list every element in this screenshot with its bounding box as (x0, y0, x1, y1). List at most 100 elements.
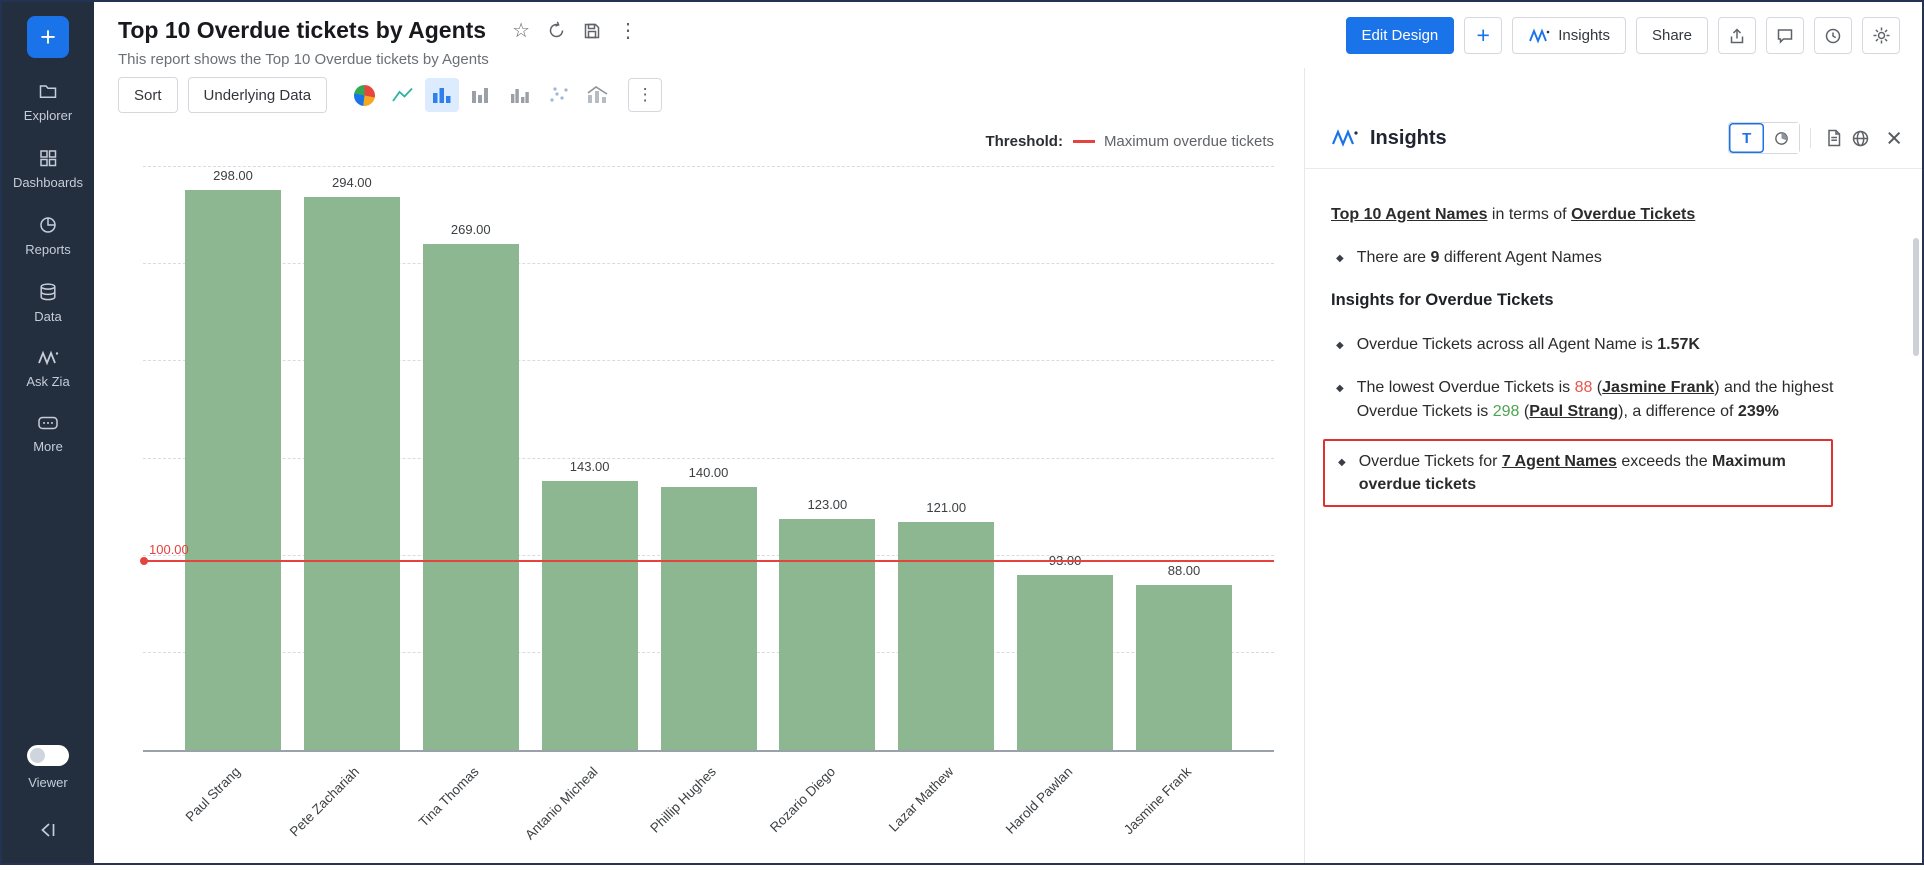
create-new-button[interactable]: + (27, 16, 69, 58)
bullet-text: There are (1357, 249, 1431, 266)
sidebar-item-dashboards[interactable]: Dashboards (2, 135, 94, 202)
settings-button[interactable] (1862, 17, 1900, 54)
x-axis-label-slot: Lazar Mathew (898, 750, 994, 870)
sidebar-item-label: Explorer (24, 108, 72, 123)
scheduled-alerts-button[interactable] (1814, 17, 1852, 54)
export-icon (1728, 27, 1746, 45)
grid-icon (38, 148, 58, 168)
divider (1810, 128, 1811, 148)
gear-icon (1872, 26, 1891, 45)
bar-pete-zachariah[interactable] (304, 197, 400, 750)
bar-chart-type-icon[interactable] (425, 78, 459, 112)
paul-strang-link[interactable]: Paul Strang (1529, 403, 1618, 420)
agent-names-link[interactable]: Top 10 Agent Names (1331, 206, 1487, 223)
add-report-button[interactable]: + (1464, 17, 1502, 54)
sidebar-item-more[interactable]: More (2, 401, 94, 466)
bar-harold-pawlan[interactable] (1017, 575, 1113, 750)
insight-bullet: ◆ There are 9 different Agent Names (1331, 246, 1894, 269)
intro-text: in terms of (1487, 206, 1571, 223)
bullet-text: different Agent Names (1439, 249, 1601, 266)
sort-button[interactable]: Sort (118, 77, 178, 113)
scrollbar-thumb[interactable] (1913, 238, 1919, 356)
export-summary-button[interactable] (1821, 125, 1847, 151)
underlying-data-button[interactable]: Underlying Data (188, 77, 328, 113)
x-axis-label-slot: Phillip Hughes (661, 750, 757, 870)
sidebar-item-explorer[interactable]: Explorer (2, 68, 94, 135)
bar-slot: 93.00 (1017, 167, 1113, 750)
comment-icon (1776, 27, 1794, 45)
insights-header: Insights T × (1305, 68, 1922, 169)
toggle-knob (30, 748, 45, 763)
more-icon (37, 414, 59, 432)
bar-value-label: 269.00 (408, 222, 533, 237)
bullet-text: ( (1519, 403, 1529, 420)
main-area: Top 10 Overdue tickets by Agents ☆ ⋮ Thi… (94, 2, 1922, 863)
threshold-line (143, 560, 1274, 562)
bar-antanio-micheal[interactable] (542, 481, 638, 750)
chart-area: Threshold: Maximum overdue tickets 298.0… (94, 119, 1304, 863)
viewer-mode-toggle[interactable] (27, 745, 69, 766)
diamond-bullet-icon: ◆ (1336, 382, 1344, 422)
bar-phillip-hughes[interactable] (661, 487, 757, 750)
more-options-icon[interactable]: ⋮ (618, 21, 638, 41)
bar-value-label: 121.00 (884, 500, 1009, 515)
chart-toolbar: Sort Underlying Data (94, 68, 1304, 119)
agent-names-exceed-link[interactable]: 7 Agent Names (1502, 453, 1617, 470)
x-axis-label-slot: Jasmine Frank (1136, 750, 1232, 870)
difference-value: 239% (1738, 403, 1779, 420)
sidebar-item-reports[interactable]: Reports (2, 202, 94, 269)
bar-jasmine-frank[interactable] (1136, 585, 1232, 750)
more-chart-types-icon[interactable]: ⋮ (628, 78, 662, 112)
language-button[interactable] (1847, 125, 1874, 152)
sidebar-item-label: More (33, 439, 63, 454)
jasmine-frank-link[interactable]: Jasmine Frank (1602, 379, 1714, 396)
collapse-sidebar-button[interactable] (37, 820, 59, 843)
overdue-tickets-link[interactable]: Overdue Tickets (1571, 206, 1695, 223)
refresh-icon[interactable] (547, 21, 566, 40)
bar-paul-strang[interactable] (185, 190, 281, 750)
sidebar-item-data[interactable]: Data (2, 269, 94, 336)
bullet-text: The lowest Overdue Tickets is (1357, 379, 1575, 396)
close-icon[interactable]: × (1886, 125, 1902, 152)
x-axis-label: Lazar Mathew (886, 764, 957, 835)
sidebar-item-label: Ask Zia (26, 374, 69, 389)
bar-slot: 298.00 (185, 167, 281, 750)
insights-panel: Insights T × (1304, 68, 1922, 863)
document-icon (1825, 129, 1843, 147)
comments-button[interactable] (1766, 17, 1804, 54)
pie-chart-swatch (354, 85, 375, 106)
bar-lazar-mathew[interactable] (898, 522, 994, 750)
clock-icon (1824, 27, 1842, 45)
line-chart-type-icon[interactable] (386, 78, 420, 112)
collapse-icon (37, 820, 59, 840)
bar-value-label: 298.00 (171, 168, 296, 183)
x-axis-label-slot: Harold Pawlan (1017, 750, 1113, 870)
stacked-bar-chart-type-icon[interactable] (464, 78, 498, 112)
pie-chart-icon (1773, 130, 1790, 147)
x-axis-label-slot: Pete Zachariah (304, 750, 400, 870)
insights-intro: Top 10 Agent Names in terms of Overdue T… (1331, 203, 1894, 226)
bullet-text: ), a difference of (1618, 403, 1738, 420)
edit-design-button[interactable]: Edit Design (1346, 17, 1455, 54)
chart-column: Sort Underlying Data (94, 68, 1304, 863)
save-icon[interactable] (583, 22, 601, 40)
bar-slot: 123.00 (779, 167, 875, 750)
combo-chart-type-icon[interactable] (581, 78, 615, 112)
x-axis-label-slot: Tina Thomas (423, 750, 519, 870)
insights-button[interactable]: Insights (1512, 17, 1626, 54)
chart-view-toggle[interactable] (1764, 123, 1799, 153)
scatter-chart-type-icon[interactable] (542, 78, 576, 112)
bar-rozario-diego[interactable] (779, 519, 875, 750)
bar-value-label: 140.00 (646, 465, 771, 480)
x-axis-label: Pete Zachariah (287, 764, 362, 839)
grouped-bar-chart-type-icon[interactable] (503, 78, 537, 112)
x-axis-label: Antanio Micheal (522, 764, 601, 843)
bar-tina-thomas[interactable] (423, 244, 519, 750)
pie-chart-type-icon[interactable] (347, 78, 381, 112)
share-button[interactable]: Share (1636, 17, 1708, 54)
text-view-toggle[interactable]: T (1729, 123, 1764, 153)
pie-report-icon (38, 215, 58, 235)
export-button[interactable] (1718, 17, 1756, 54)
sidebar-item-ask-zia[interactable]: Ask Zia (2, 336, 94, 401)
favorite-star-icon[interactable]: ☆ (512, 21, 530, 41)
